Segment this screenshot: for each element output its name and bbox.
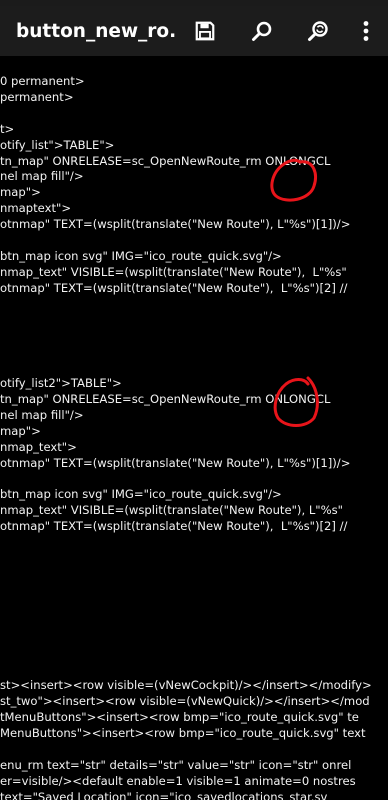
- code-line: btn_map icon svg" IMG="ico_route_quick.s…: [0, 487, 282, 502]
- more-options-button[interactable]: [348, 6, 384, 56]
- code-line: nmap_text" VISIBLE=(wsplit(translate("Ne…: [0, 503, 344, 518]
- search-icon: [252, 21, 272, 41]
- code-line: MenuButtons"><insert><row bmp="ico_route…: [0, 725, 366, 740]
- code-line: nmap_text" VISIBLE=(wsplit(translate("Ne…: [0, 264, 347, 279]
- save-button[interactable]: [187, 6, 223, 56]
- code-line: nel map fill"/>: [0, 407, 84, 422]
- code-line: btn_map icon svg" IMG="ico_route_quick.s…: [0, 248, 282, 263]
- search-replace-button[interactable]: [300, 6, 336, 56]
- code-line: otnmap" TEXT=(wsplit(translate("New Rout…: [0, 280, 348, 295]
- code-line: nmaptext">: [0, 201, 72, 216]
- red-circle-annotation: [270, 158, 317, 202]
- code-line: er=visible/><default enable=1 visible=1 …: [0, 773, 356, 788]
- code-editor[interactable]: 0 permanent> permanent> t> otify_list">TABL…: [0, 56, 388, 800]
- code-line: nel map fill"/>: [0, 169, 84, 184]
- code-line: t>: [0, 121, 15, 136]
- code-line: otnmap" TEXT=(wsplit(translate("New Rout…: [0, 519, 348, 534]
- save-icon: [195, 21, 215, 41]
- code-line: enu_rm text="str" details="str" value="s…: [0, 757, 352, 772]
- code-line: st_two"><insert><row visible=(vNewQuick)…: [0, 694, 370, 709]
- code-line: st><insert><row visible=(vNewCockpit)/><…: [0, 678, 372, 693]
- code-line: tMenuButtons"><insert><row bmp="ico_rout…: [0, 710, 359, 724]
- red-circle-annotation: [273, 376, 319, 427]
- code-line: 0 permanent>: [0, 74, 85, 88]
- search-button[interactable]: [244, 6, 280, 56]
- code-line: otnmap" TEXT=(wsplit(translate("New Rout…: [0, 455, 351, 470]
- code-line: map">: [0, 423, 41, 438]
- code-line: text="Saved Location" icon="ico_savedloc…: [0, 789, 328, 800]
- code-line: map">: [0, 185, 41, 200]
- code-line: otnmap" TEXT=(wsplit(translate("New Rout…: [0, 217, 351, 232]
- file-title: button_new_ro...: [16, 20, 178, 42]
- code-line: permanent>: [0, 89, 74, 104]
- more-vert-icon: [363, 21, 369, 41]
- code-line: nmap_text">: [0, 439, 77, 454]
- code-line: otify_list">TABLE">: [0, 137, 115, 152]
- code-line: otify_list2">TABLE">: [0, 376, 122, 391]
- search-replace-icon: [308, 21, 328, 41]
